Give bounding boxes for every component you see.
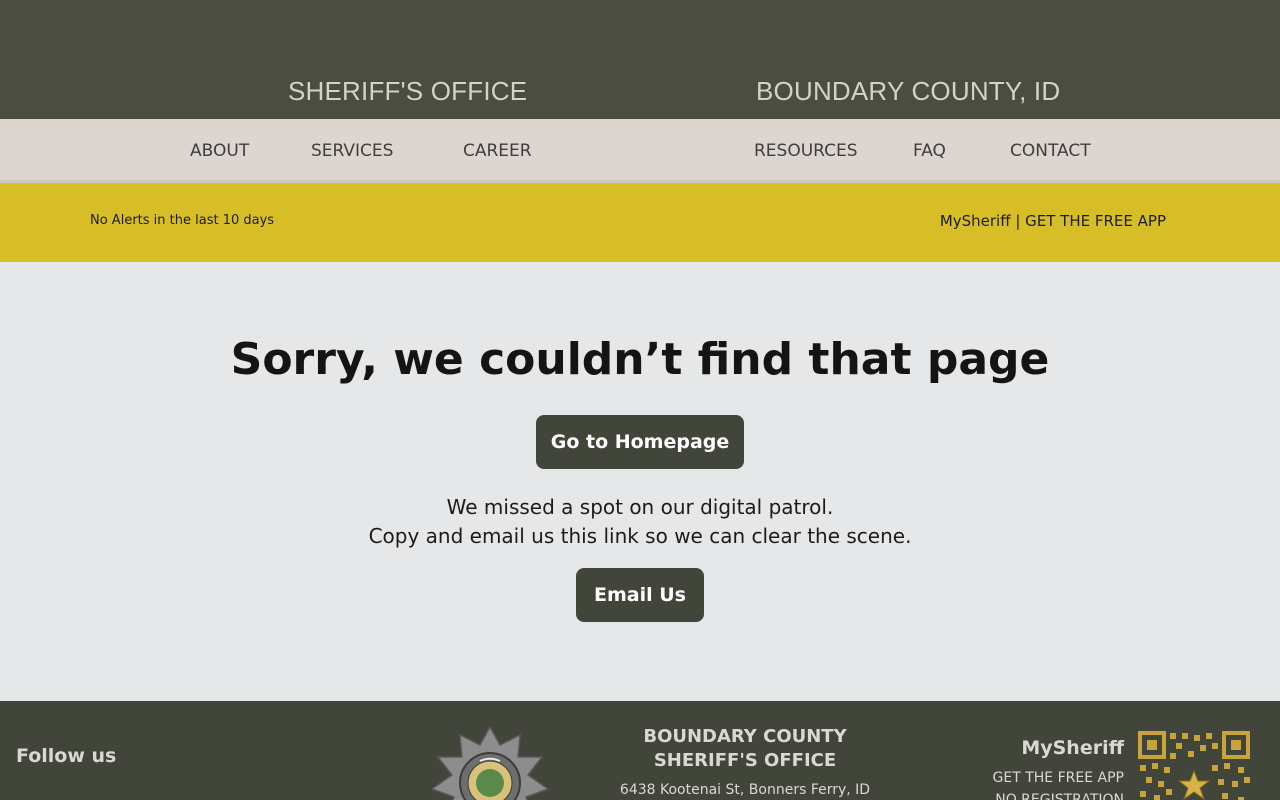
- nav-item-about[interactable]: ABOUT: [190, 141, 249, 161]
- app-title: MySheriff: [1021, 737, 1124, 759]
- site-footer: Follow us BOUNDARY COUNTY SHERIFF'S OFFI…: [0, 701, 1280, 800]
- app-tagline: GET THE FREE APP: [992, 770, 1124, 786]
- error-content: Sorry, we couldn’t find that page Go to …: [0, 262, 1280, 701]
- go-to-homepage-button[interactable]: Go to Homepage: [536, 415, 744, 469]
- nav-item-contact[interactable]: CONTACT: [1010, 141, 1091, 161]
- site-header: SHERIFF'S OFFICE BOUNDARY COUNTY, ID: [0, 0, 1280, 119]
- nav-item-faq[interactable]: FAQ: [913, 141, 946, 161]
- alert-bar: No Alerts in the last 10 days MySheriff …: [0, 183, 1280, 262]
- qr-code-icon[interactable]: [1138, 731, 1250, 800]
- main-nav: ABOUT SERVICES CAREER RESOURCES FAQ CONT…: [0, 119, 1280, 183]
- error-message-line-1: We missed a spot on our digital patrol.: [446, 495, 834, 519]
- error-message-line-2: Copy and email us this link so we can cl…: [368, 524, 912, 548]
- nav-item-career[interactable]: CAREER: [463, 141, 532, 161]
- org-address[interactable]: 6438 Kootenai St, Bonners Ferry, ID: [590, 782, 900, 798]
- alert-status-text: No Alerts in the last 10 days: [90, 213, 275, 228]
- org-name: BOUNDARY COUNTY SHERIFF'S OFFICE: [643, 726, 847, 771]
- email-us-button[interactable]: Email Us: [576, 568, 704, 622]
- nav-item-services[interactable]: SERVICES: [311, 141, 393, 161]
- nav-item-resources[interactable]: RESOURCES: [754, 141, 858, 161]
- sheriff-badge-icon: [432, 727, 548, 800]
- page-title: Sorry, we couldn’t find that page: [230, 334, 1050, 385]
- header-title-county[interactable]: BOUNDARY COUNTY, ID: [756, 76, 1060, 107]
- app-note: NO REGISTRATION: [995, 792, 1124, 800]
- header-title-sheriffs-office[interactable]: SHERIFF'S OFFICE: [288, 76, 527, 107]
- follow-us-label: Follow us: [16, 745, 117, 767]
- app-download-link[interactable]: MySheriff | GET THE FREE APP: [940, 212, 1166, 230]
